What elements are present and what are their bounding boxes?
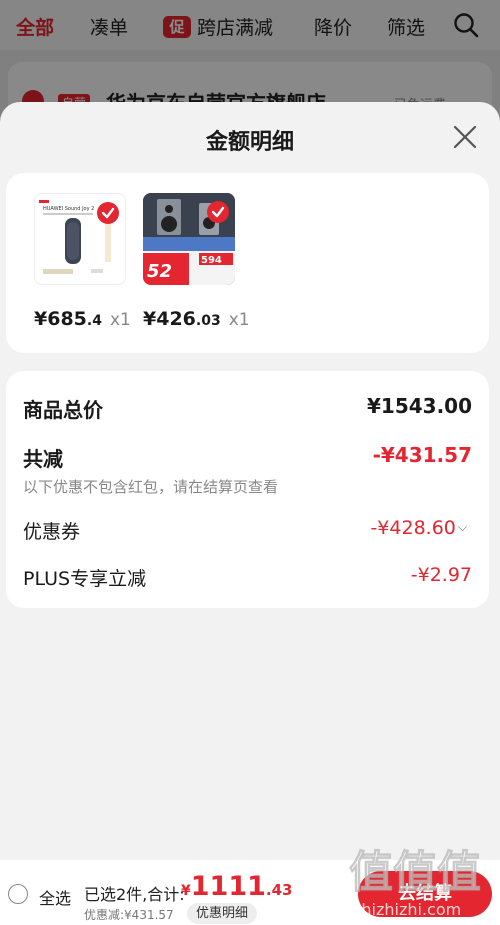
product-item[interactable]: HUAWEI Sound Joy 2 ¥685.4 x1 — [34, 193, 131, 330]
coupon-value: -¥428.60 — [370, 517, 456, 539]
coupon-row[interactable]: -¥428.60 ⌵ — [370, 517, 467, 539]
close-icon[interactable] — [452, 124, 478, 150]
product-price: ¥685.4 x1 — [34, 308, 131, 330]
thumb-brand-text: HUAWEI Sound Joy 2 — [43, 206, 94, 212]
goods-total-value: ¥1543.00 — [366, 394, 472, 418]
chevron-down-icon: ⌵ — [457, 520, 467, 534]
summary-card: 商品总价 ¥1543.00 共减 -¥431.57 以下优惠不包含红包，请在结算… — [6, 371, 489, 608]
thumb-promo-text: 52 — [147, 261, 172, 282]
products-card: HUAWEI Sound Joy 2 ¥685.4 x1 52 594 ¥426… — [6, 173, 489, 353]
thumb-price-text: 594 — [201, 255, 222, 266]
amount-detail-sheet: 金额明细 HUAWEI Sound Joy 2 ¥685.4 x1 52 594… — [0, 102, 500, 925]
checkout-bar: 全选 已选2件,合计: ¥1111.43 优惠减:¥431.57 优惠明细 去结… — [0, 860, 500, 925]
product-image-bookshelf-speaker: 52 594 — [143, 193, 235, 285]
product-qty: x1 — [109, 310, 131, 330]
product-qty: x1 — [228, 310, 250, 330]
selected-info: 已选2件,合计: — [84, 885, 185, 904]
coupon-label: 优惠券 — [23, 521, 81, 543]
product-image-speaker: HUAWEI Sound Joy 2 — [34, 193, 126, 285]
discount-note: 以下优惠不包含红包，请在结算页查看 — [23, 478, 279, 496]
total-amount: ¥1111.43 — [181, 871, 293, 902]
selected-check-icon — [207, 201, 229, 223]
total-discount-label: 共减 — [23, 447, 63, 471]
product-price: ¥426.03 x1 — [143, 308, 250, 330]
discount-detail-button[interactable]: 优惠明细 — [187, 903, 258, 924]
select-all-label[interactable]: 全选 — [39, 885, 71, 909]
selected-check-icon — [97, 202, 119, 224]
sheet-title: 金额明细 — [205, 130, 294, 155]
checkout-button[interactable]: 去结算 — [358, 871, 492, 917]
plus-value: -¥2.97 — [410, 564, 472, 586]
total-discount-value: -¥431.57 — [372, 443, 472, 467]
product-item[interactable]: 52 594 ¥426.03 x1 — [143, 193, 250, 330]
plus-label: PLUS专享立减 — [23, 568, 147, 590]
discount-summary: 优惠减:¥431.57 — [84, 908, 174, 922]
goods-total-label: 商品总价 — [23, 398, 103, 422]
select-all-radio[interactable] — [8, 884, 28, 904]
